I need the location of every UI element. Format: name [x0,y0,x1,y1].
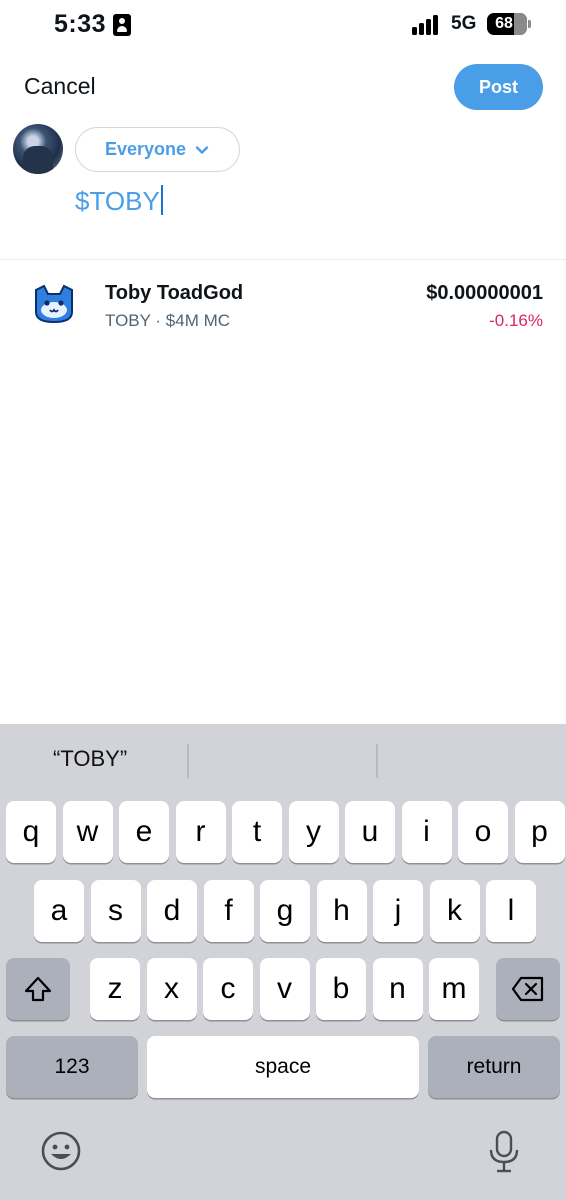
token-meta: TOBY · $4M MC [105,311,231,330]
key-c[interactable]: c [203,958,253,1020]
key-e[interactable]: e [119,801,169,863]
compose-screen: 5:33 5G 68 Cancel Post Everyone $TOBY To… [0,0,566,1200]
cancel-button[interactable]: Cancel [24,73,96,100]
divider [0,259,566,260]
prediction-separator [187,744,189,778]
compose-text-value: $TOBY [75,186,160,216]
shift-key[interactable] [6,958,70,1020]
token-name: Toby ToadGod [105,282,244,304]
text-cursor [160,185,163,215]
key-d[interactable]: d [147,880,197,942]
audience-selector[interactable]: Everyone [75,127,240,172]
status-bar: 5:33 5G 68 [0,0,566,50]
token-logo-icon [35,284,73,324]
battery-icon: 68 [487,13,527,35]
prediction-item[interactable]: “TOBY” [53,746,127,772]
key-j[interactable]: j [373,880,423,942]
backspace-icon [511,976,544,1002]
numbers-key[interactable]: 123 [6,1036,138,1098]
key-y[interactable]: y [288,801,339,863]
key-b[interactable]: b [316,958,366,1020]
key-l[interactable]: l [486,880,536,942]
compose-textarea[interactable]: $TOBY [75,185,163,217]
key-r[interactable]: r [175,801,226,863]
status-time: 5:33 [54,10,107,38]
prediction-bar: “TOBY” [0,724,566,796]
key-h[interactable]: h [316,880,367,942]
prediction-separator [376,744,378,778]
emoji-icon[interactable] [40,1130,82,1172]
post-button[interactable]: Post [454,64,543,110]
token-change: -0.16% [489,311,543,330]
key-t[interactable]: t [232,801,282,863]
key-m[interactable]: m [429,958,479,1020]
token-suggestion-row[interactable]: Toby ToadGod TOBY · $4M MC $0.00000001 -… [0,270,566,350]
key-w[interactable]: w [62,801,113,863]
mic-icon[interactable] [487,1130,521,1174]
key-u[interactable]: u [345,801,395,863]
key-f[interactable]: f [203,880,254,942]
key-n[interactable]: n [372,958,423,1020]
shift-icon [24,976,52,1002]
key-z[interactable]: z [90,958,140,1020]
avatar[interactable] [13,124,63,174]
key-p[interactable]: p [514,801,565,863]
chevron-down-icon [195,145,209,154]
key-i[interactable]: i [401,801,452,863]
key-k[interactable]: k [429,880,480,942]
battery-percent: 68 [495,15,513,32]
network-type: 5G [451,13,477,34]
backspace-key[interactable] [496,958,560,1020]
key-s[interactable]: s [90,880,141,942]
key-q[interactable]: q [6,801,56,863]
return-key[interactable]: return [428,1036,560,1098]
audience-label: Everyone [104,139,187,159]
space-key[interactable]: space [147,1036,419,1098]
key-a[interactable]: a [34,880,84,942]
token-price: $0.00000001 [426,282,543,304]
key-x[interactable]: x [146,958,197,1020]
signal-icon [412,15,442,35]
key-o[interactable]: o [458,801,508,863]
key-g[interactable]: g [260,880,310,942]
battery-nub [528,20,531,28]
key-v[interactable]: v [259,958,310,1020]
id-card-icon [113,14,131,36]
